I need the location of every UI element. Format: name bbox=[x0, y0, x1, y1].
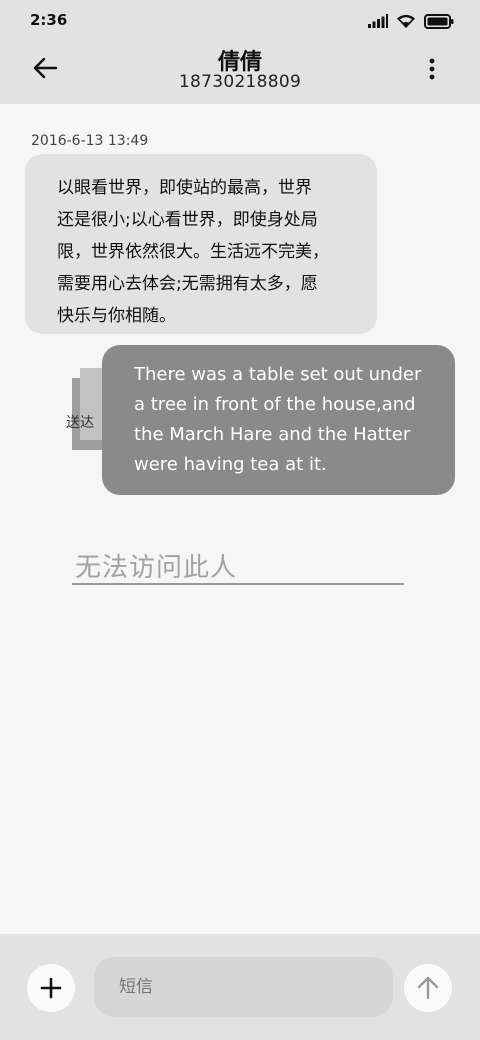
signal-icon bbox=[368, 14, 388, 28]
message-timestamp: 2016-6-13 13:49 bbox=[31, 133, 149, 149]
outgoing-message-bubble[interactable]: There was a table set out under a tree i… bbox=[102, 345, 455, 495]
incoming-message-bubble[interactable]: 以眼看世界，即使站的最高，世界 还是很小;以心看世界，即使身处局 限，世界依然很… bbox=[25, 154, 377, 334]
send-button[interactable] bbox=[404, 964, 452, 1012]
wifi-icon bbox=[397, 14, 415, 28]
plus-icon bbox=[40, 977, 62, 999]
message-input-placeholder: 短信 bbox=[119, 977, 153, 997]
message-line: a tree in front of the house,and bbox=[134, 394, 416, 415]
conversation-header: 倩倩 18730218809 bbox=[0, 40, 480, 104]
more-options-button[interactable] bbox=[422, 57, 442, 83]
message-line: the March Hare and the Hatter bbox=[134, 424, 411, 445]
message-line: were having tea at it. bbox=[134, 454, 327, 475]
composer-bar: 短信 bbox=[0, 934, 480, 1040]
status-bar: 2:36 bbox=[0, 0, 480, 40]
message-line: 快乐与你相随。 bbox=[57, 306, 176, 326]
message-line: 限，世界依然很大。生活远不完美， bbox=[57, 242, 329, 262]
status-time: 2:36 bbox=[30, 11, 68, 29]
add-attachment-button[interactable] bbox=[27, 964, 75, 1012]
message-line: 以眼看世界，即使站的最高，世界 bbox=[57, 178, 312, 198]
delivery-status: 送达 bbox=[66, 415, 94, 431]
message-line: 需要用心去体会;无需拥有太多，愿 bbox=[57, 274, 318, 294]
contact-phone-number: 18730218809 bbox=[178, 72, 302, 92]
send-arrow-up-icon bbox=[417, 976, 439, 1000]
blocked-notice: 无法访问此人 bbox=[72, 545, 404, 585]
status-icons bbox=[368, 12, 454, 30]
message-line: 还是很小;以心看世界，即使身处局 bbox=[57, 210, 318, 230]
blocked-notice-text: 无法访问此人 bbox=[75, 553, 238, 583]
message-input[interactable]: 短信 bbox=[94, 957, 393, 1017]
battery-icon bbox=[424, 13, 454, 29]
message-line: There was a table set out under bbox=[134, 364, 422, 385]
more-vertical-icon bbox=[429, 58, 435, 80]
